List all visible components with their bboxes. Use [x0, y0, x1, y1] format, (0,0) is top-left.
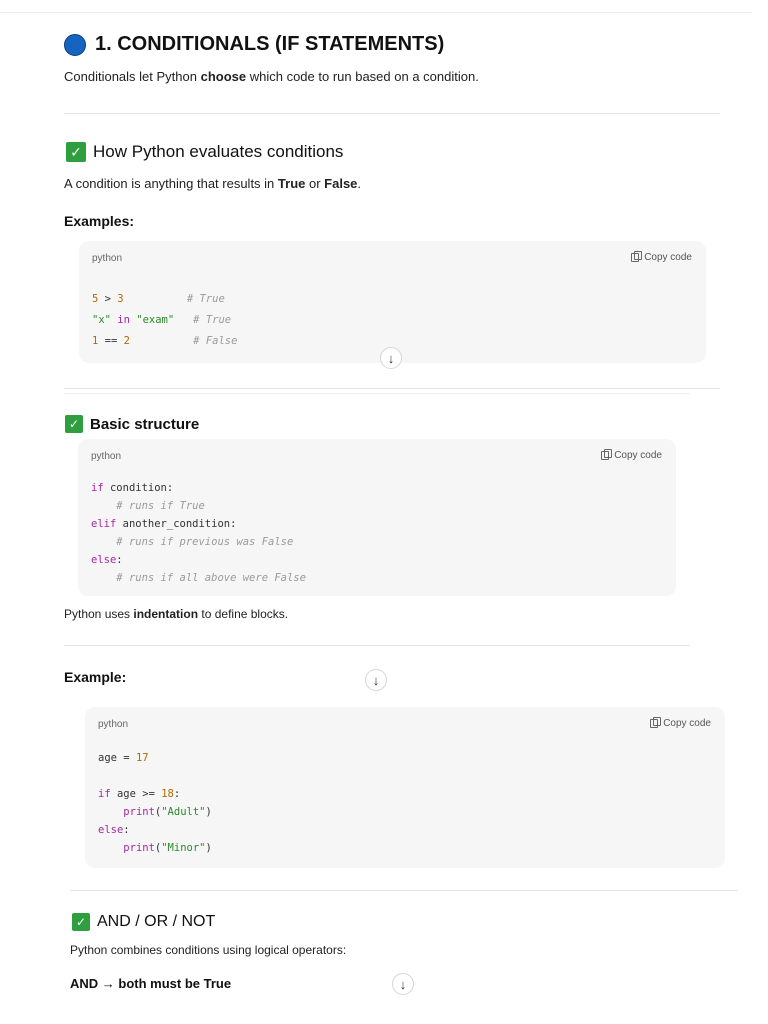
code-token: : — [173, 788, 181, 800]
section-intro: Conditionals let Python choose which cod… — [64, 69, 479, 84]
copy-code-button[interactable]: Copy code — [631, 251, 692, 263]
desc-false: False — [324, 176, 358, 191]
copy-icon — [650, 717, 662, 728]
code-token: another_condition: — [116, 518, 237, 530]
example-label: Example: — [64, 669, 127, 685]
code-comment: # True — [193, 314, 232, 326]
code-block-example: python Copy code age = 17 if age >= 18: … — [85, 707, 725, 868]
code-keyword: elif — [91, 518, 117, 530]
divider — [64, 113, 720, 114]
check-icon: ✓ — [72, 913, 90, 931]
code-lang: python — [98, 719, 129, 730]
arrow-down-icon: ↓ — [399, 976, 407, 992]
code-comment: # False — [193, 335, 238, 347]
code-token: > — [98, 293, 118, 305]
intro-text: Conditionals let Python — [64, 69, 201, 84]
code-lang: python — [91, 451, 122, 462]
note-bold: indentation — [133, 607, 199, 621]
desc-true: True — [277, 176, 306, 191]
copy-label: Copy code — [644, 252, 692, 263]
intro-text-end: which code to run based on a condition. — [246, 69, 479, 84]
arrow-down-icon: ↓ — [387, 350, 395, 366]
code-keyword: if — [98, 788, 111, 800]
code-keyword: else — [91, 554, 117, 566]
copy-code-button[interactable]: Copy code — [601, 449, 662, 461]
code-token: age >= — [110, 788, 162, 800]
and-label: AND → both must be True — [70, 976, 232, 991]
code-function: print — [123, 806, 155, 818]
copy-icon — [601, 449, 613, 460]
code-lang: python — [92, 253, 123, 264]
code-content: age = 17 if age >= 18: print("Adult") el… — [98, 752, 212, 854]
logic-desc: Python combines conditions using logical… — [70, 943, 347, 957]
code-comment: # runs if all above were False — [116, 572, 306, 584]
scroll-down-button[interactable]: ↓ — [392, 973, 414, 995]
desc-end: . — [357, 176, 362, 191]
code-comment: # runs if True — [116, 500, 205, 512]
code-token: "exam" — [136, 314, 175, 326]
indentation-note: Python uses indentation to define blocks… — [64, 607, 288, 621]
code-content: 5 > 3 # True "x" in "exam" # True 1 == 2… — [92, 289, 237, 352]
code-comment: # runs if previous was False — [116, 536, 294, 548]
code-comment: # True — [186, 293, 225, 305]
note-text: Python uses — [64, 607, 134, 621]
code-keyword: if — [91, 482, 104, 494]
desc-text: A condition is anything that results in — [64, 176, 278, 191]
code-token: condition: — [103, 482, 174, 494]
code-token: == — [98, 335, 124, 347]
check-icon: ✓ — [65, 415, 83, 433]
desc-or: or — [305, 176, 325, 191]
section-title: 1. CONDITIONALS (IF STATEMENTS) — [64, 33, 444, 56]
section-title-text: 1. CONDITIONALS (IF STATEMENTS) — [95, 33, 445, 55]
examples-label: Examples: — [64, 213, 135, 229]
arrow-down-icon: ↓ — [372, 672, 380, 688]
copy-icon — [631, 251, 643, 262]
code-string: "Adult" — [161, 806, 206, 818]
intro-bold: choose — [200, 69, 247, 84]
code-function: print — [123, 842, 155, 854]
copy-label: Copy code — [663, 718, 711, 729]
code-token: : — [123, 824, 130, 836]
copy-label: Copy code — [614, 450, 662, 461]
note-text-end: to define blocks. — [198, 607, 289, 621]
scroll-down-button[interactable]: ↓ — [380, 347, 402, 369]
code-token: in — [110, 314, 137, 326]
evaluates-heading-text: How Python evaluates conditions — [93, 142, 344, 161]
divider — [64, 645, 690, 646]
logic-heading: ✓ AND / OR / NOT — [72, 913, 215, 931]
divider — [70, 890, 738, 891]
divider — [64, 388, 720, 389]
evaluates-desc: A condition is anything that results in … — [64, 176, 361, 191]
code-content: if condition: # runs if True elif anothe… — [91, 479, 306, 587]
code-keyword: else — [98, 824, 124, 836]
code-string: "Minor" — [161, 842, 206, 854]
evaluates-heading: ✓ How Python evaluates conditions — [66, 142, 343, 162]
basic-heading: ✓ Basic structure — [65, 415, 199, 433]
code-token: : — [116, 554, 123, 566]
top-divider — [0, 12, 752, 13]
blue-circle-icon — [64, 33, 86, 56]
copy-code-button[interactable]: Copy code — [650, 717, 711, 729]
code-number: 18 — [161, 788, 174, 800]
check-icon: ✓ — [66, 142, 86, 162]
code-block-evaluate: python Copy code 5 > 3 # True "x" in "ex… — [79, 241, 706, 363]
code-token: age — [98, 752, 117, 764]
basic-heading-text: Basic structure — [90, 415, 200, 433]
code-number: 17 — [135, 752, 149, 764]
scroll-down-button[interactable]: ↓ — [365, 669, 387, 691]
code-block-basic: python Copy code if condition: # runs if… — [78, 439, 676, 596]
divider — [64, 393, 690, 394]
logic-heading-text: AND / OR / NOT — [97, 913, 216, 930]
code-token: = — [116, 752, 136, 764]
code-token: "x" — [92, 314, 111, 326]
